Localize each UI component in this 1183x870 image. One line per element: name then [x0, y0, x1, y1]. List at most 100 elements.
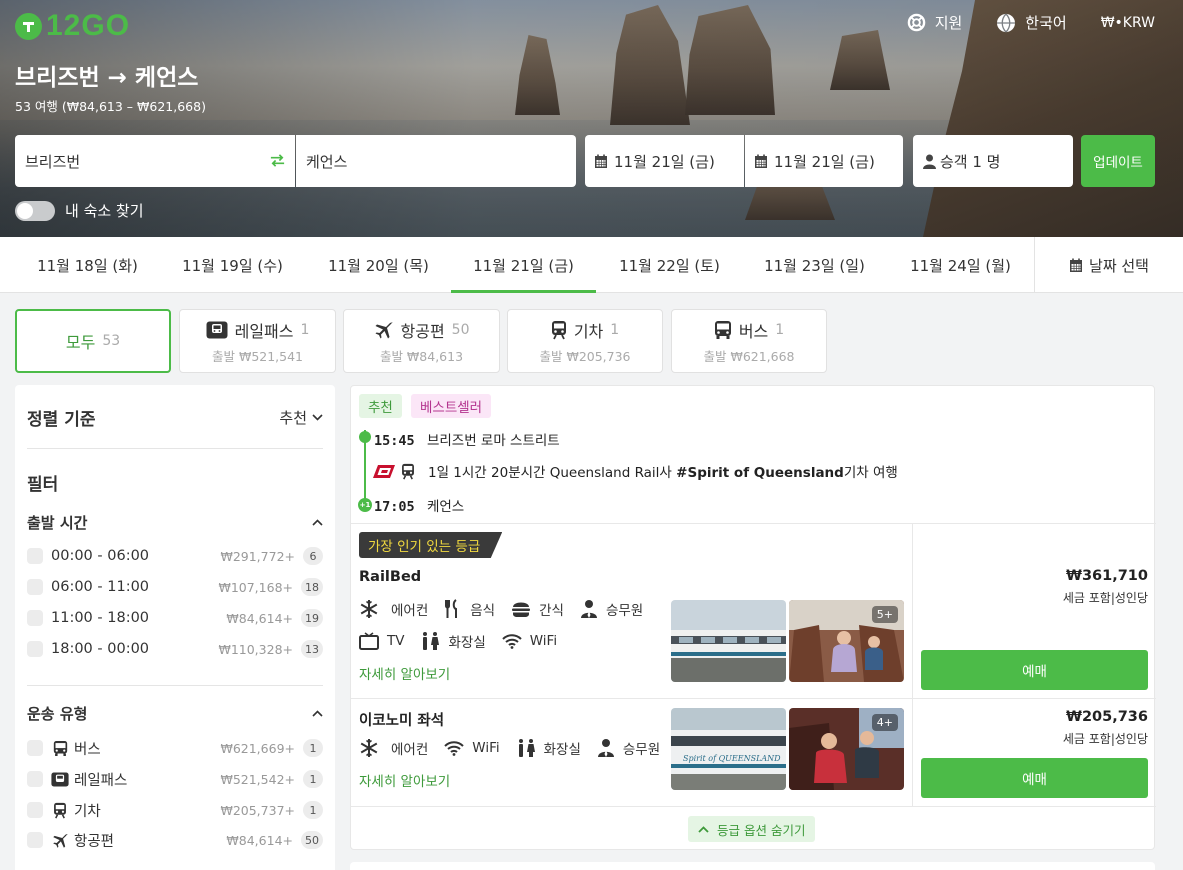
date-tab[interactable]: 11월 19일 (수): [160, 237, 305, 293]
amenity-label: WiFi: [529, 633, 558, 649]
date-tab[interactable]: 11월 20일 (목): [306, 237, 451, 293]
option-label: 레일패스: [74, 772, 128, 789]
amenity-label: 승무원: [605, 603, 644, 619]
amenity-wifi: WiFi: [502, 633, 557, 649]
departure-option[interactable]: 06:00 - 11:00 ₩107,168+ 18: [27, 576, 323, 598]
class-photo-train[interactable]: Spirit of QUEENSLAND: [671, 708, 786, 790]
transport-option[interactable]: 기차 ₩205,737+ 1: [27, 799, 323, 821]
arrive-time: 17:05: [374, 499, 415, 515]
logo-mark-icon: [15, 12, 42, 40]
type-count: 53: [102, 333, 121, 349]
from-field[interactable]: 브리즈번: [15, 135, 295, 187]
learn-more-link[interactable]: 자세히 알아보기: [359, 663, 450, 683]
recommended-tag: 추천: [359, 394, 402, 418]
hide-class-options-button[interactable]: 등급 옵션 숨기기: [688, 816, 816, 842]
type-filter-train[interactable]: 기차 1 출발 ₩205,736: [507, 309, 663, 373]
passengers-value: 승객 1 명: [940, 152, 1001, 171]
person-icon: [923, 154, 936, 169]
return-date-field[interactable]: 11월 21일 (금): [745, 135, 903, 187]
update-button[interactable]: 업데이트: [1081, 135, 1155, 187]
trip-leg-description: 1일 1시간 20분시간 Queensland Rail사 #Spirit of…: [428, 461, 898, 481]
chevron-down-icon: [312, 414, 323, 421]
photo-count-badge: 5+: [871, 606, 898, 623]
date-tab[interactable]: 11월 24일 (월): [888, 237, 1033, 293]
snowflake-icon: [360, 600, 378, 618]
plane-icon: [51, 832, 69, 849]
date-picker-button[interactable]: 날짜 선택: [1034, 237, 1183, 293]
class-photo-interior[interactable]: 5+: [789, 600, 904, 682]
checkbox[interactable]: [27, 579, 43, 595]
option-count: 1: [303, 770, 323, 788]
class-photo-train[interactable]: [671, 600, 786, 682]
checkbox[interactable]: [27, 771, 43, 787]
sort-value: 추천: [279, 409, 307, 427]
type-filter-bus[interactable]: 버스 1 출발 ₩621,668: [671, 309, 827, 373]
language-label: 한국어: [1025, 14, 1067, 32]
page-title: 브리즈번 → 케언스: [15, 65, 199, 91]
leg-duration-operator: 1일 1시간 20분시간 Queensland Rail사: [428, 465, 677, 481]
accommodation-toggle-row: 내 숙소 찾기: [15, 200, 144, 221]
transport-section-title: 운송 유형: [27, 705, 88, 723]
currency-selector[interactable]: ₩•KRW: [1101, 12, 1155, 33]
type-count: 1: [300, 321, 310, 338]
accommodation-toggle[interactable]: [15, 200, 55, 221]
checkbox[interactable]: [27, 641, 43, 657]
photo-count-badge: 4+: [871, 714, 898, 731]
trip-result-card: 추천 베스트셀러 +1 15:45 브리즈번 로마 스트리트 1일 1시간 20…: [350, 385, 1156, 850]
checkbox[interactable]: [27, 740, 43, 756]
tv-icon: [359, 632, 379, 650]
depart-date-field[interactable]: 11월 21일 (금): [585, 135, 744, 187]
calendar-icon: [755, 154, 767, 168]
option-count: 50: [301, 831, 323, 849]
wifi-icon: [444, 741, 464, 756]
to-field[interactable]: 케언스: [296, 135, 576, 187]
amenity-label: TV: [387, 633, 405, 649]
transport-option[interactable]: 항공편 ₩84,614+ 50: [27, 829, 323, 851]
date-tab[interactable]: 11월 23일 (일): [742, 237, 887, 293]
class-photo-interior[interactable]: 4+: [789, 708, 904, 790]
type-count: 1: [610, 321, 620, 338]
checkbox[interactable]: [27, 548, 43, 564]
book-button[interactable]: 예매: [921, 758, 1148, 798]
currency-label: ₩•KRW: [1100, 14, 1155, 31]
date-tab[interactable]: 11월 22일 (토): [597, 237, 742, 293]
checkbox[interactable]: [27, 802, 43, 818]
bus-icon: [714, 320, 731, 339]
snowflake-icon: [360, 739, 378, 757]
arrive-place: 케언스: [426, 499, 465, 515]
transport-section-header[interactable]: 운송 유형: [27, 703, 323, 724]
learn-more-link[interactable]: 자세히 알아보기: [359, 770, 450, 790]
swap-icon[interactable]: [269, 152, 286, 169]
checkbox[interactable]: [27, 610, 43, 626]
transport-option[interactable]: 레일패스 ₩521,542+ 1: [27, 768, 323, 790]
book-button[interactable]: 예매: [921, 650, 1148, 690]
filter-sidebar: 정렬 기준 추천 필터 출발 시간 00:00 - 06:00 ₩291,772…: [15, 385, 335, 870]
departure-section-title: 출발 시간: [27, 514, 88, 532]
date-tab-active[interactable]: 11월 21일 (금): [451, 237, 596, 293]
sort-dropdown[interactable]: 추천: [279, 407, 323, 428]
support-link[interactable]: 지원: [907, 12, 962, 33]
logo[interactable]: 12GO: [15, 9, 130, 43]
accommodation-toggle-label: 내 숙소 찾기: [65, 202, 144, 220]
price-column: ₩361,710 세금 포함|성인당 예매: [912, 524, 1156, 699]
amenity-staff: 승무원: [580, 599, 643, 619]
departure-option[interactable]: 11:00 - 18:00 ₩84,614+ 19: [27, 607, 323, 629]
date-tab[interactable]: 11월 18일 (화): [15, 237, 160, 293]
passengers-field[interactable]: 승객 1 명: [913, 135, 1073, 187]
amenities-row: 에어컨 음식 간식 승무원: [359, 599, 649, 619]
departure-section-header[interactable]: 출발 시간: [27, 512, 323, 533]
type-filter-railpass[interactable]: 레일패스 1 출발 ₩521,541: [179, 309, 336, 373]
language-selector[interactable]: 한국어: [996, 12, 1067, 33]
chevron-up-icon: [698, 825, 709, 833]
type-filter-all[interactable]: 모두 53: [15, 309, 171, 373]
checkbox[interactable]: [27, 832, 43, 848]
type-label: 레일패스: [234, 321, 294, 341]
departure-option[interactable]: 00:00 - 06:00 ₩291,772+ 6: [27, 545, 323, 567]
from-value: 브리즈번: [25, 152, 81, 171]
departure-option[interactable]: 18:00 - 00:00 ₩110,328+ 13: [27, 638, 323, 660]
transport-option[interactable]: 버스 ₩621,669+ 1: [27, 737, 323, 759]
chevron-up-icon: [312, 519, 323, 526]
type-label: 모두: [65, 333, 96, 352]
type-filter-flight[interactable]: 항공편 50 출발 ₩84,613: [343, 309, 500, 373]
fare-class-railbed: 가장 인기 있는 등급 RailBed 에어컨 음식 간식 승무원 TV 화장실…: [351, 523, 1156, 699]
